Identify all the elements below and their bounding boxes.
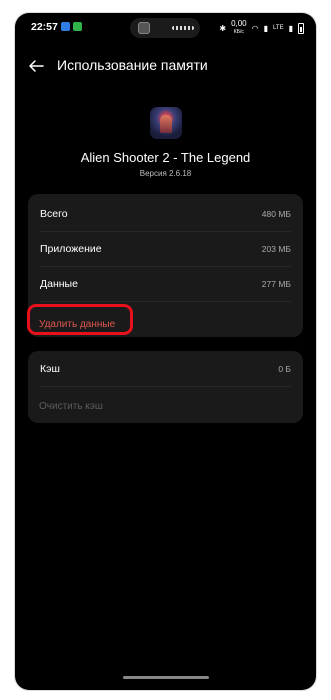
media-thumbnail-icon: [138, 22, 150, 34]
highlight-annotation: [27, 304, 133, 335]
row-value: 203 МБ: [261, 244, 291, 254]
signal-icon: ▮: [288, 23, 293, 33]
wifi-icon: ◠: [251, 23, 259, 33]
network-speed-unit: КБ/с: [233, 29, 244, 35]
row-value: 480 МБ: [261, 209, 291, 219]
app-name: Alien Shooter 2 - The Legend: [80, 150, 251, 165]
divider: [40, 386, 291, 387]
row-label: Всего: [40, 208, 68, 220]
divider: [40, 301, 291, 302]
page-title: Использование памяти: [57, 57, 208, 73]
signal-icon: ▮: [263, 23, 269, 33]
status-icons: ✱ 0,00 КБ/с ◠ ▮ LTE ▮: [219, 20, 304, 36]
notification-app-icon: [61, 22, 70, 31]
row-label: Приложение: [40, 243, 102, 255]
network-speed-value: 0,00: [231, 19, 247, 28]
storage-row-total: Всего 480 МБ: [40, 196, 291, 231]
storage-row-data: Данные 277 МБ: [40, 266, 291, 301]
storage-row-app: Приложение 203 МБ: [40, 231, 291, 266]
app-icon: [150, 107, 182, 139]
app-bar: Использование памяти: [15, 55, 316, 79]
battery-icon: [298, 22, 304, 34]
row-value: 277 МБ: [261, 279, 291, 289]
status-time: 22:57: [31, 21, 58, 33]
bluetooth-icon: ✱: [219, 23, 227, 33]
lte-label: LTE: [273, 25, 284, 31]
dynamic-island[interactable]: [130, 18, 200, 38]
row-value: 0 Б: [278, 364, 291, 374]
status-bar: 22:57 ✱ 0,00 КБ/с ◠ ▮ LTE ▮: [15, 13, 316, 39]
back-arrow-icon[interactable]: [28, 58, 44, 74]
app-version: Версия 2.6.18: [139, 169, 192, 178]
audio-wave-icon: [172, 26, 194, 30]
notification-app-icon: [73, 22, 82, 31]
cache-card: Кэш 0 Б: [28, 351, 303, 423]
row-label: Данные: [40, 278, 78, 290]
row-label: Кэш: [40, 363, 60, 375]
network-speed: 0,00 КБ/с: [231, 20, 247, 36]
home-indicator[interactable]: [123, 676, 209, 679]
phone-screen: 22:57 ✱ 0,00 КБ/с ◠ ▮ LTE ▮ Использовани…: [15, 13, 316, 690]
cache-row: Кэш 0 Б: [40, 351, 291, 386]
clear-cache-button[interactable]: Очистить кэш: [39, 401, 103, 412]
